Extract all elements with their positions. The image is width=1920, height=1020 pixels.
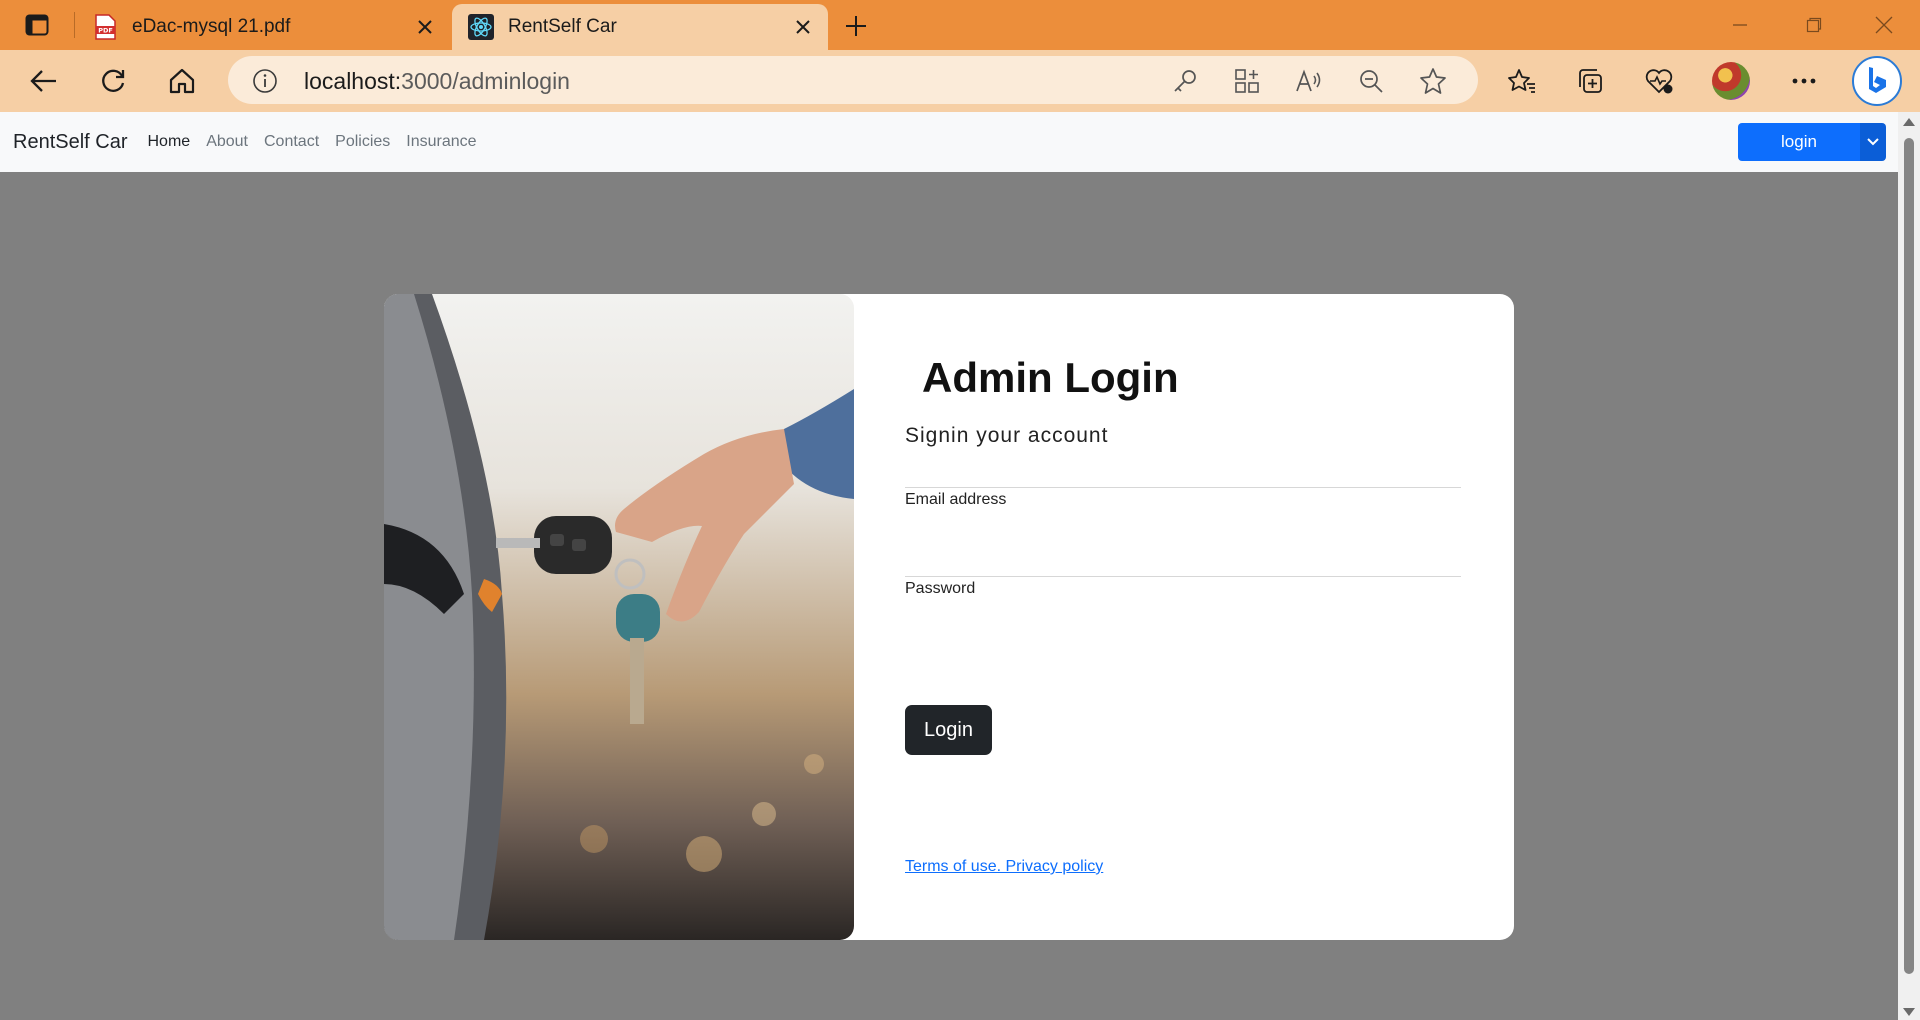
close-window-icon[interactable] [1854, 8, 1914, 42]
url-text[interactable]: localhost:3000/adminlogin [304, 68, 570, 95]
login-card: Admin Login Signin your account Email ad… [384, 294, 1514, 940]
login-submit-button[interactable]: Login [905, 705, 992, 755]
collections-icon[interactable] [1572, 63, 1608, 99]
url-host: localhost: [304, 68, 402, 94]
email-label: Email address [905, 491, 1007, 508]
browser-essentials-icon[interactable] [1641, 63, 1677, 99]
site-navbar: RentSelf Car Home About Contact Policies… [0, 112, 1898, 172]
tab-rentself[interactable]: RentSelf Car [452, 4, 828, 50]
close-tab-icon[interactable] [414, 16, 436, 38]
scroll-thumb[interactable] [1904, 138, 1914, 974]
browser-toolbar: localhost:3000/adminlogin [0, 50, 1920, 112]
site-info-icon[interactable] [252, 68, 278, 94]
back-icon[interactable] [26, 63, 62, 99]
favorite-star-icon[interactable] [1418, 66, 1448, 96]
nav-link-contact[interactable]: Contact [256, 133, 327, 151]
react-icon [468, 14, 494, 40]
pdf-icon: PDF [92, 14, 118, 40]
refresh-icon[interactable] [95, 63, 131, 99]
copilot-icon[interactable] [1852, 56, 1902, 106]
apps-add-icon[interactable] [1232, 66, 1262, 96]
email-field[interactable] [905, 442, 1461, 486]
new-tab-icon[interactable] [840, 10, 872, 42]
password-label: Password [905, 580, 976, 597]
password-underline [905, 576, 1461, 577]
nav-link-about[interactable]: About [198, 133, 256, 151]
favorites-icon[interactable] [1504, 63, 1540, 99]
login-button[interactable]: login [1738, 123, 1860, 161]
nav-link-insurance[interactable]: Insurance [398, 133, 484, 151]
minimize-icon[interactable] [1710, 8, 1770, 42]
password-key-icon[interactable] [1170, 66, 1200, 96]
email-underline [905, 487, 1461, 488]
password-field[interactable] [905, 531, 1461, 575]
browser-tab-strip: PDF eDac-mysql 21.pdf RentSelf Car [0, 0, 1920, 50]
tab-actions-icon[interactable] [20, 12, 54, 38]
page-title: Admin Login [922, 354, 1179, 401]
nav-link-policies[interactable]: Policies [327, 133, 398, 151]
tab-title: eDac-mysql 21.pdf [132, 16, 291, 37]
address-bar[interactable]: localhost:3000/adminlogin [228, 56, 1478, 104]
tab-pdf[interactable]: PDF eDac-mysql 21.pdf [80, 4, 450, 50]
scroll-down-arrow[interactable] [1903, 1008, 1915, 1016]
url-path: 3000/adminlogin [401, 68, 570, 94]
home-icon[interactable] [164, 63, 200, 99]
chevron-down-icon[interactable] [1860, 123, 1886, 161]
scroll-up-arrow[interactable] [1903, 118, 1915, 126]
nav-link-home[interactable]: Home [140, 133, 199, 151]
site-brand[interactable]: RentSelf Car [13, 131, 128, 154]
car-key-photo [384, 294, 854, 940]
svg-text:PDF: PDF [98, 27, 113, 35]
tab-title: RentSelf Car [508, 16, 617, 37]
login-dropdown: login [1738, 123, 1886, 161]
read-aloud-icon[interactable] [1294, 66, 1324, 96]
tab-separator [74, 12, 75, 38]
zoom-out-icon[interactable] [1356, 66, 1386, 96]
terms-privacy-link[interactable]: Terms of use. Privacy policy [905, 858, 1103, 876]
nav-links: Home About Contact Policies Insurance [140, 133, 485, 151]
page-scrollbar[interactable] [1898, 112, 1920, 1020]
restore-icon[interactable] [1784, 8, 1844, 42]
profile-avatar[interactable] [1712, 62, 1750, 100]
close-tab-icon[interactable] [792, 16, 814, 38]
more-options-icon[interactable] [1786, 63, 1822, 99]
